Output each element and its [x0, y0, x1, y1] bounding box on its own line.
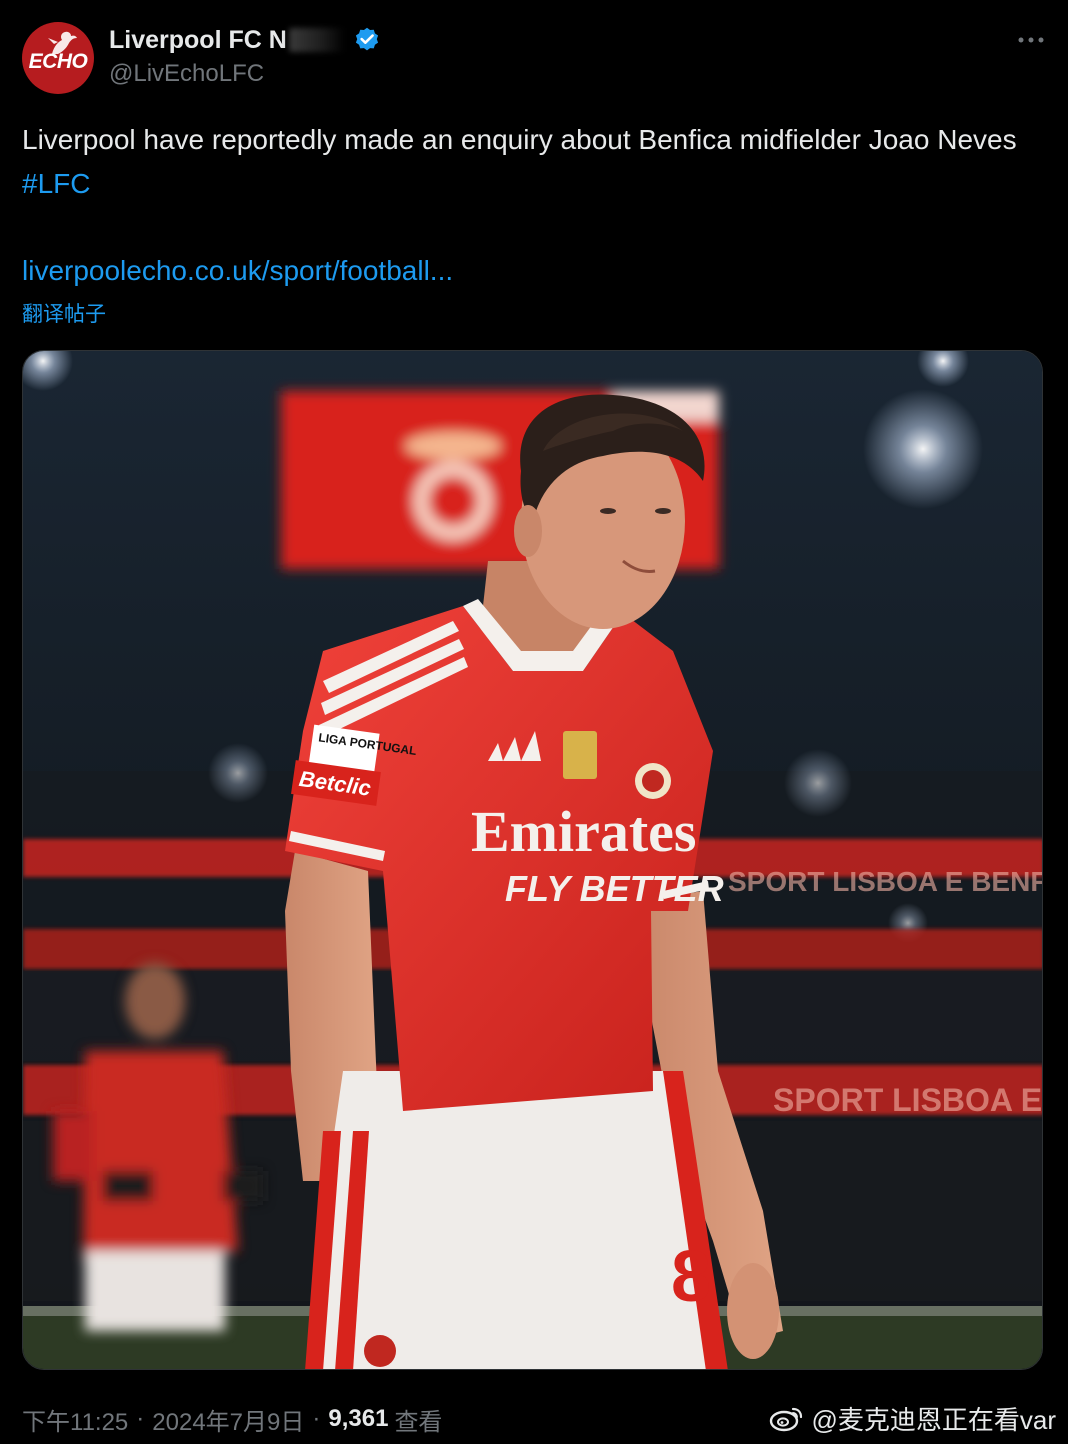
article-link[interactable]: liverpoolecho.co.uk/sport/football... — [22, 249, 453, 293]
player-photo: SPORT LISBOA E BENFICA SPORT LISBOA E BE… — [23, 351, 1043, 1369]
weibo-watermark: @麦克迪恩正在看var — [769, 1400, 1056, 1436]
display-name[interactable]: Liverpool FC N — [109, 26, 287, 55]
watermark-text: @麦克迪恩正在看var — [811, 1404, 1056, 1435]
hashtag-link[interactable]: #LFC — [22, 168, 90, 199]
name-row: Liverpool FC N — [109, 24, 381, 56]
shirt-number: 8 — [671, 1237, 711, 1317]
board-text-upper: SPORT LISBOA E BENFICA — [728, 866, 1043, 897]
avatar[interactable]: ECHO — [22, 22, 94, 94]
avatar-logo-text: ECHO — [28, 50, 88, 73]
shirt-sponsor-text: Emirates — [471, 799, 697, 864]
views-label: 查看 — [394, 1408, 443, 1436]
translate-post-link[interactable]: 翻译帖子 — [22, 298, 106, 328]
verified-badge-icon[interactable] — [353, 26, 381, 54]
tweet-image[interactable]: SPORT LISBOA E BENFICA SPORT LISBOA E BE… — [22, 350, 1043, 1370]
meta-separator: · — [312, 1405, 321, 1432]
redacted-name-blur — [288, 28, 345, 52]
board-text-lower: SPORT LISBOA E BENFICA — [773, 1082, 1043, 1118]
weibo-icon — [770, 1407, 803, 1432]
tweet-meta: 下午11:25 · 2024年7月9日 · 9,361 查看 — [22, 1402, 442, 1436]
tweet-header: ECHO Liverpool FC N @LivEchoLFC — [22, 20, 1046, 96]
tweet-text: Liverpool have reportedly made an enquir… — [22, 118, 1052, 206]
more-options-icon[interactable] — [1016, 30, 1046, 50]
tweet-body: Liverpool have reportedly made an enquir… — [22, 124, 1017, 155]
shirt-slogan-text: FLY BETTER — [505, 868, 724, 909]
tweet-date[interactable]: 2024年7月9日 — [152, 1402, 304, 1437]
author-handle[interactable]: @LivEchoLFC — [109, 60, 264, 88]
views-count[interactable]: 9,361 — [328, 1405, 388, 1433]
meta-separator: · — [136, 1405, 145, 1432]
tweet-time[interactable]: 下午11:25 — [22, 1402, 128, 1437]
